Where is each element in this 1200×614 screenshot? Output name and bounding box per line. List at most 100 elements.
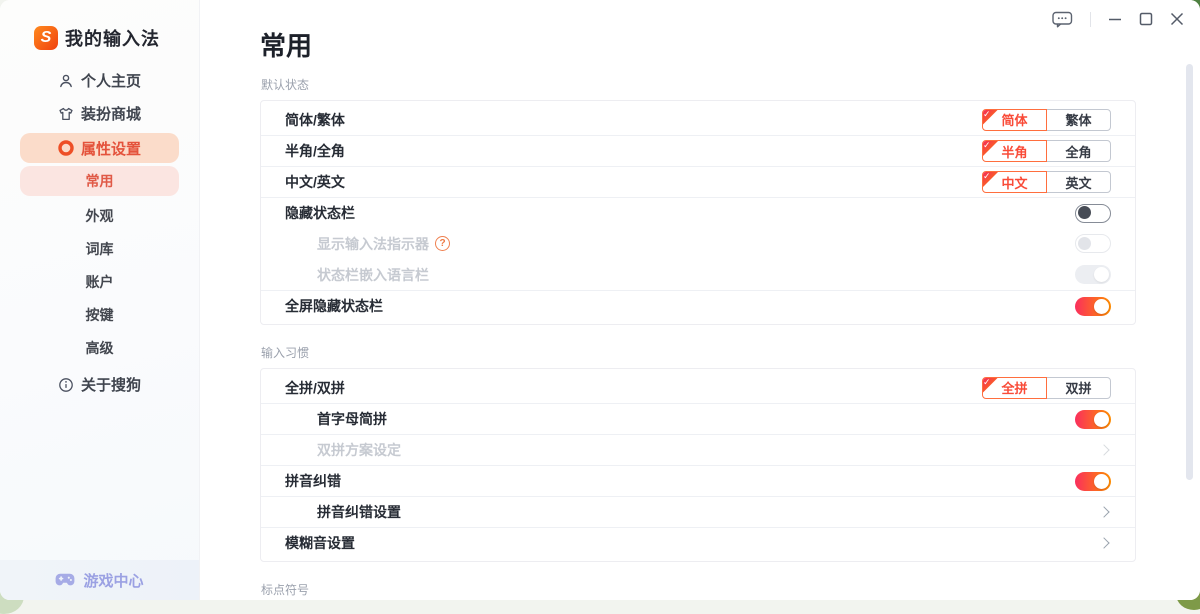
window-titlebar (1052, 10, 1184, 28)
person-icon (58, 73, 74, 89)
setting-row-hide-statusbar: 隐藏状态栏 (261, 197, 1135, 228)
toggle-pinyin-correction[interactable] (1075, 472, 1111, 491)
settings-card-default-state: 简体/繁体 ✓简体 繁体 半角/全角 ✓半角 全角 中文/英文 (260, 100, 1136, 325)
sidebar-item-label: 常用 (86, 171, 114, 191)
sidebar-item-label: 外观 (86, 206, 114, 226)
sidebar-item-label: 个人主页 (81, 70, 141, 91)
sidebar-item-home[interactable]: 个人主页 (0, 64, 199, 97)
app-window: S 我的输入法 个人主页 装扮商城 属性设置 (0, 0, 1200, 600)
segmented-control: ✓全拼 双拼 (982, 377, 1111, 399)
sidebar-item-settings[interactable]: 属性设置 (20, 133, 179, 163)
sidebar-item-label: 属性设置 (81, 138, 141, 159)
setting-row-embed-langbar: 状态栏嵌入语言栏 (261, 259, 1135, 290)
settings-card-input-habits: 全拼/双拼 ✓全拼 双拼 首字母简拼 双拼方案设定 拼音纠错 (260, 368, 1136, 562)
setting-row-pinyin-correction: 拼音纠错 (261, 465, 1135, 496)
check-badge-icon: ✓ (983, 172, 998, 187)
chevron-right-icon (1098, 444, 1109, 455)
sidebar-item-common[interactable]: 常用 (20, 166, 179, 196)
toggle-hide-statusbar[interactable] (1075, 204, 1111, 223)
setting-label: 拼音纠错 (285, 471, 341, 491)
help-icon[interactable]: ? (435, 236, 450, 251)
setting-row-fuzzy-sound: 模糊音设置 (261, 527, 1135, 558)
segmented-control: ✓中文 英文 (982, 171, 1111, 193)
setting-label: 双拼方案设定 (317, 440, 401, 460)
setting-row-pinyin-correction-settings: 拼音纠错设置 (261, 496, 1135, 527)
game-center-button[interactable]: 游戏中心 (0, 560, 199, 600)
segmented-control: ✓简体 繁体 (982, 109, 1111, 131)
toggle-show-indicator (1075, 234, 1111, 253)
check-badge-icon: ✓ (983, 378, 998, 393)
sidebar-item-advanced[interactable]: 高级 (0, 331, 199, 364)
main-panel: 常用 默认状态 简体/繁体 ✓简体 繁体 半角/全角 ✓半角 全角 (200, 0, 1200, 600)
setting-label: 首字母简拼 (317, 409, 387, 429)
sidebar-item-keys[interactable]: 按键 (0, 298, 199, 331)
sidebar-nav: 个人主页 装扮商城 属性设置 常用 外观 词库 (0, 64, 199, 401)
app-title: 我的输入法 (65, 25, 160, 51)
setting-label: 模糊音设置 (285, 533, 355, 553)
check-badge-icon: ✓ (983, 110, 998, 125)
chevron-right-icon[interactable] (1098, 506, 1109, 517)
setting-label: 隐藏状态栏 (285, 203, 355, 223)
seg-option-selected[interactable]: ✓中文 (982, 171, 1047, 193)
seg-option-selected[interactable]: ✓简体 (982, 109, 1047, 131)
sidebar-item-dictionary[interactable]: 词库 (0, 232, 199, 265)
gamepad-icon (55, 573, 75, 587)
sidebar-item-label: 按键 (86, 305, 114, 325)
seg-option-selected[interactable]: ✓半角 (982, 140, 1047, 162)
setting-row-fullscreen-hide: 全屏隐藏状态栏 (261, 290, 1135, 321)
sidebar-item-label: 关于搜狗 (81, 374, 141, 395)
sidebar-item-label: 高级 (86, 338, 114, 358)
toggle-fullscreen-hide[interactable] (1075, 297, 1111, 316)
game-center-label: 游戏中心 (83, 570, 143, 591)
setting-row-half-full: 半角/全角 ✓半角 全角 (261, 135, 1135, 166)
setting-row-shuangpin-scheme: 双拼方案设定 (261, 434, 1135, 465)
feedback-button[interactable] (1052, 10, 1073, 28)
toggle-initial-jianpin[interactable] (1075, 410, 1111, 429)
sidebar-item-about[interactable]: 关于搜狗 (0, 368, 199, 401)
settings-content: 常用 默认状态 简体/繁体 ✓简体 繁体 半角/全角 ✓半角 全角 (260, 30, 1136, 600)
setting-label: 全屏隐藏状态栏 (285, 296, 383, 316)
setting-label: 半角/全角 (285, 141, 345, 161)
setting-row-show-indicator: 显示输入法指示器 ? (261, 228, 1135, 259)
setting-label: 中文/英文 (285, 172, 345, 192)
sidebar-item-shop[interactable]: 装扮商城 (0, 97, 199, 130)
scrollbar-thumb[interactable] (1186, 64, 1193, 480)
sidebar-item-appearance[interactable]: 外观 (0, 199, 199, 232)
tshirt-icon (58, 106, 74, 122)
setting-row-cn-en: 中文/英文 ✓中文 英文 (261, 166, 1135, 197)
section-label-punctuation: 标点符号 (261, 581, 1136, 598)
check-badge-icon: ✓ (983, 141, 998, 156)
minimize-button[interactable] (1108, 10, 1122, 28)
sidebar-item-account[interactable]: 账户 (0, 265, 199, 298)
seg-option-selected[interactable]: ✓全拼 (982, 377, 1047, 399)
setting-row-simp-trad: 简体/繁体 ✓简体 繁体 (261, 104, 1135, 135)
page-title: 常用 (260, 30, 1136, 62)
titlebar-divider (1090, 12, 1091, 27)
close-button[interactable] (1170, 10, 1184, 28)
sidebar: S 我的输入法 个人主页 装扮商城 属性设置 (0, 0, 200, 600)
seg-option[interactable]: 全角 (1046, 140, 1111, 162)
seg-option[interactable]: 英文 (1046, 171, 1111, 193)
section-label-default-state: 默认状态 (261, 76, 1136, 93)
sidebar-item-label: 词库 (86, 239, 114, 259)
setting-label: 显示输入法指示器 (317, 234, 429, 254)
setting-label: 全拼/双拼 (285, 378, 345, 398)
setting-row-initial-jianpin: 首字母简拼 (261, 403, 1135, 434)
section-label-input-habits: 输入习惯 (261, 344, 1136, 361)
sidebar-item-label: 装扮商城 (81, 103, 141, 124)
sogou-logo-icon: S (34, 26, 58, 50)
setting-label: 拼音纠错设置 (317, 502, 401, 522)
segmented-control: ✓半角 全角 (982, 140, 1111, 162)
maximize-button[interactable] (1139, 10, 1153, 28)
chevron-right-icon[interactable] (1098, 537, 1109, 548)
setting-label: 状态栏嵌入语言栏 (317, 265, 429, 285)
setting-label: 简体/繁体 (285, 110, 345, 130)
seg-option[interactable]: 繁体 (1046, 109, 1111, 131)
settings-gear-icon (58, 140, 74, 156)
sidebar-item-label: 账户 (86, 272, 114, 292)
info-icon (58, 377, 74, 393)
toggle-embed-langbar (1075, 265, 1111, 284)
setting-row-quanpin-shuangpin: 全拼/双拼 ✓全拼 双拼 (261, 372, 1135, 403)
app-header: S 我的输入法 (34, 25, 199, 51)
seg-option[interactable]: 双拼 (1046, 377, 1111, 399)
